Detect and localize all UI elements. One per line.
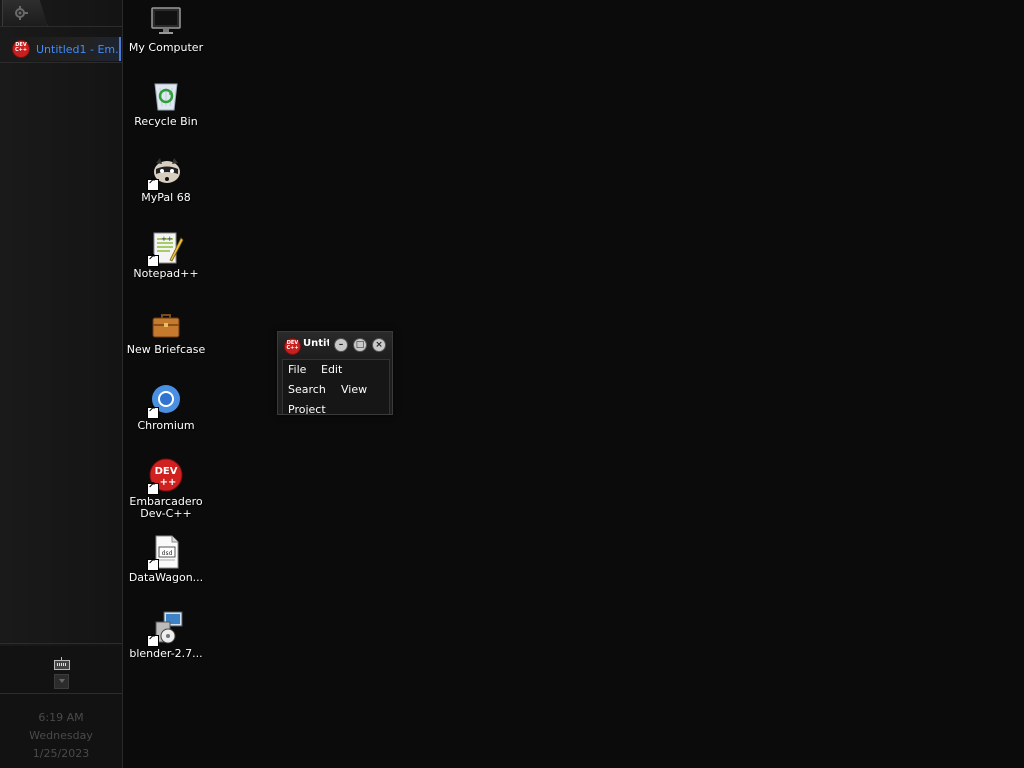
devcpp-window[interactable]: DEV C++ Untitled1 – □ × File Edit Search… <box>277 331 393 415</box>
settings-gear-icon <box>15 6 28 20</box>
clock-date[interactable]: 1/25/2023 <box>0 747 122 760</box>
tray-expand-icon[interactable] <box>54 674 69 689</box>
maximize-button[interactable]: □ <box>353 338 367 352</box>
desktop-icon-chromium[interactable]: Chromium <box>121 382 211 432</box>
desktop-icon-my-computer[interactable]: My Computer <box>121 4 211 54</box>
notepad-plus-plus-icon: ++ <box>147 230 184 267</box>
taskbar-divider <box>0 62 122 63</box>
svg-text:DEV: DEV <box>155 466 178 477</box>
desktop-icon-blender[interactable]: blender-2.7... <box>121 610 211 660</box>
svg-text:++: ++ <box>160 477 177 488</box>
desktop-icon-label: New Briefcase <box>126 343 206 356</box>
shortcut-arrow-icon <box>147 253 159 267</box>
shortcut-arrow-icon <box>147 633 159 647</box>
taskbar-item-devcpp[interactable]: DEV C++ Untitled1 - Em... <box>4 37 121 61</box>
menu-file[interactable]: File <box>288 363 306 376</box>
menu-bar: File Edit Search View Project <box>282 359 390 414</box>
shortcut-arrow-icon <box>147 177 159 191</box>
start-button[interactable] <box>2 0 48 27</box>
window-title: Untitled1 <box>303 338 329 349</box>
desktop-icon-recycle-bin[interactable]: Recycle Bin <box>121 78 211 128</box>
devcpp-icon: DEV ++ <box>147 458 184 495</box>
desktop-icon-mypal[interactable]: MyPal 68 <box>121 154 211 204</box>
svg-text:dsd: dsd <box>162 550 173 557</box>
devcpp-icon: DEV C++ <box>284 338 301 355</box>
desktop-icon-label: MyPal 68 <box>141 191 191 204</box>
close-button[interactable]: × <box>372 338 386 352</box>
clock-time[interactable]: 6:19 AM <box>0 711 122 724</box>
menu-project[interactable]: Project <box>288 403 326 414</box>
shortcut-arrow-icon <box>147 557 159 571</box>
menu-edit[interactable]: Edit <box>321 363 342 376</box>
desktop-icon-label: blender-2.7... <box>129 647 203 660</box>
briefcase-icon <box>148 306 184 342</box>
desktop-icon-label: My Computer <box>128 41 204 54</box>
devcpp-icon: DEV C++ <box>12 40 30 58</box>
minimize-button[interactable]: – <box>334 338 348 352</box>
taskbar-divider <box>0 643 122 644</box>
desktop-icon-new-briefcase[interactable]: New Briefcase <box>121 306 211 356</box>
desktop-icon-label: Notepad++ <box>133 267 199 280</box>
monitor-icon <box>148 4 184 40</box>
document-icon: dsd <box>147 534 184 571</box>
desktop-icon-label: Chromium <box>137 419 195 432</box>
clock-day[interactable]: Wednesday <box>0 729 122 742</box>
taskbar-divider <box>0 693 122 694</box>
taskbar-item-label: Untitled1 - Em... <box>36 42 119 56</box>
raccoon-icon <box>147 154 184 191</box>
recycle-bin-icon <box>148 78 184 114</box>
taskbar-divider <box>0 26 122 27</box>
menu-view[interactable]: View <box>341 383 367 396</box>
shortcut-arrow-icon <box>147 481 159 495</box>
desktop-icon-notepad-plus-plus[interactable]: ++ Notepad++ <box>121 230 211 280</box>
svg-text:++: ++ <box>161 235 173 243</box>
desktop-icon-label: DataWagon... <box>128 571 204 584</box>
taskbar: DEV C++ Untitled1 - Em... 6:19 AM Wednes… <box>0 0 123 768</box>
desktop-icon-label: Embarcadero Dev-C++ <box>129 495 203 520</box>
keyboard-icon[interactable] <box>54 657 70 670</box>
desktop-icon-devcpp[interactable]: DEV ++ Embarcadero Dev-C++ <box>121 458 211 520</box>
chromium-icon <box>147 382 184 419</box>
desktop-icon-datawagon[interactable]: dsd DataWagon... <box>121 534 211 584</box>
window-titlebar[interactable]: DEV C++ Untitled1 – □ × <box>278 332 392 358</box>
installer-icon <box>147 610 184 647</box>
shortcut-arrow-icon <box>147 405 159 419</box>
desktop-icon-label: Recycle Bin <box>134 115 198 128</box>
menu-search[interactable]: Search <box>288 383 326 396</box>
